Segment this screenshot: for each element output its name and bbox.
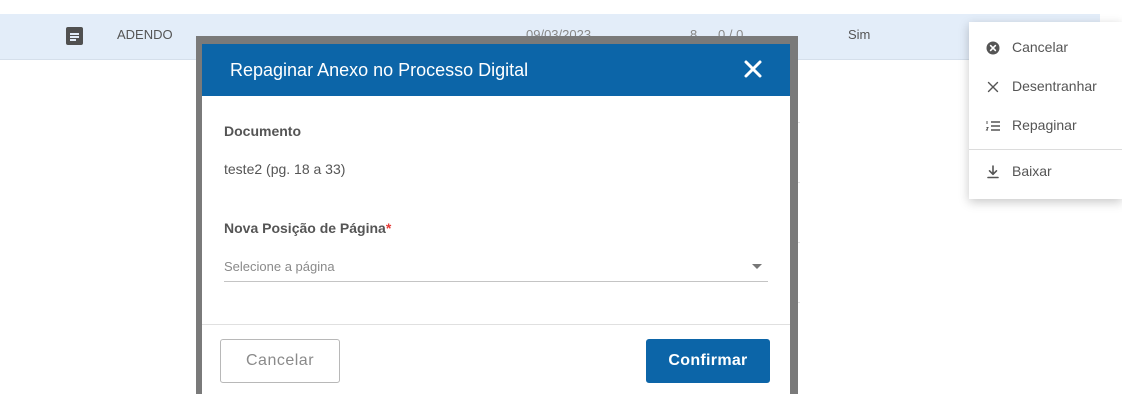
row-flag: Sim <box>848 27 871 42</box>
download-icon <box>985 164 1001 180</box>
cancel-button[interactable]: Cancelar <box>220 339 340 383</box>
row-actions-menu: Cancelar Desentranhar Repaginar Baixar <box>969 22 1122 199</box>
document-value: teste2 (pg. 18 a 33) <box>224 161 346 177</box>
page-select[interactable]: Selecione a página <box>224 254 768 282</box>
menu-item-label: Baixar <box>1012 163 1052 179</box>
menu-item-label: Repaginar <box>1012 117 1077 133</box>
close-icon <box>985 79 1001 95</box>
required-marker: * <box>385 220 392 236</box>
numbered-list-icon <box>985 118 1001 134</box>
row-document-name: ADENDO <box>117 27 173 42</box>
menu-divider <box>969 149 1122 150</box>
repaginate-dialog: Repaginar Anexo no Processo Digital Docu… <box>202 44 790 394</box>
menu-item-cancel[interactable]: Cancelar <box>969 30 1122 66</box>
cancel-circle-icon <box>985 40 1001 56</box>
dialog-title: Repaginar Anexo no Processo Digital <box>230 60 529 80</box>
menu-item-label: Desentranhar <box>1012 78 1097 94</box>
confirm-button[interactable]: Confirmar <box>646 339 770 383</box>
page-position-label-text: Nova Posição de Página <box>224 220 386 236</box>
dialog-header: Repaginar Anexo no Processo Digital <box>202 44 790 96</box>
menu-item-label: Cancelar <box>1012 39 1069 55</box>
page-position-label: Nova Posição de Página* <box>224 220 391 236</box>
menu-item-repaginate[interactable]: Repaginar <box>969 108 1122 144</box>
caret-down-icon <box>752 264 762 269</box>
menu-item-download[interactable]: Baixar <box>969 154 1122 190</box>
document-icon <box>66 27 83 45</box>
close-icon[interactable] <box>740 56 766 82</box>
page-select-placeholder: Selecione a página <box>224 259 335 274</box>
dialog-footer: Cancelar Confirmar <box>202 324 790 394</box>
menu-item-unattach[interactable]: Desentranhar <box>969 69 1122 105</box>
document-label: Documento <box>224 123 301 139</box>
